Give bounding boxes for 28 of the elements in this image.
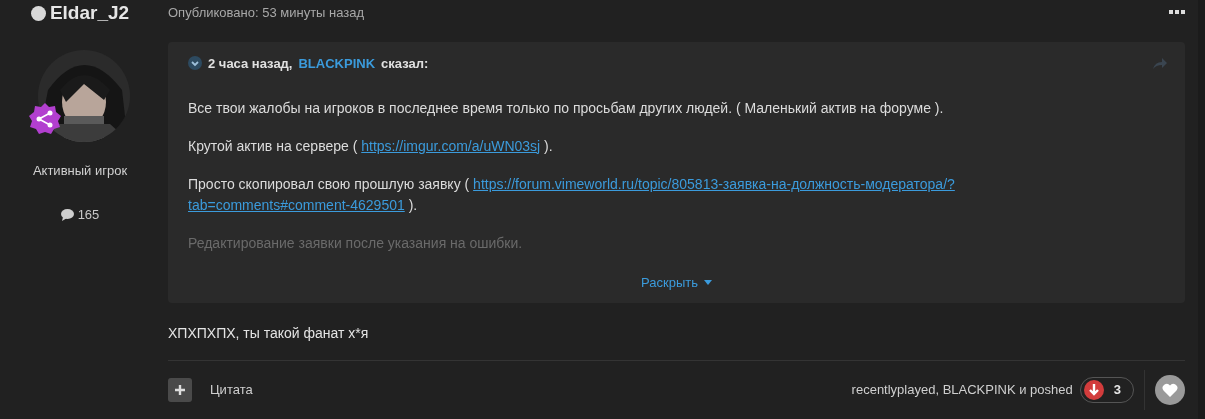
quote-button[interactable]: Цитата — [204, 381, 259, 399]
user-rank: Активный игрок — [32, 163, 128, 178]
quote-paragraph: Редактирование заявки после указания на ошибки. — [188, 233, 524, 253]
more-icon[interactable] — [1169, 9, 1185, 15]
link[interactable]: tab=comments#comment-4629501 — [188, 196, 405, 213]
link[interactable]: https://forum.vimeworld.ru/topic/805813-заявка-на-должность-модератора/? — [473, 175, 955, 192]
link[interactable]: https://imgur.com/a/uWN03sj — [361, 137, 541, 154]
quote-time: 2 часа назад, — [208, 55, 293, 71]
caret-icon — [704, 279, 712, 285]
quoted-user-link[interactable]: BLACKPINK — [298, 55, 376, 71]
heart-icon — [1162, 382, 1178, 397]
quote-said: сказал: — [381, 55, 429, 71]
plus-button[interactable] — [168, 377, 192, 402]
published-time: Опубликовано: 53 минуты назад — [168, 4, 365, 20]
quote-paragraph: Все твои жалобы на игроков в последнее время только по просьбам других людей. ( Маленький актив на форуме ). — [188, 98, 945, 118]
post-text: ХПХПХПХ, ты такой фанат х*я — [168, 324, 370, 341]
chevron-down-icon[interactable] — [188, 56, 202, 71]
speech-bubble-icon — [60, 208, 74, 221]
quote-paragraph: Просто скопировал свою прошлую заявку ( https://forum.vimeworld.ru/topic/805813-заявка-на-должность-модератора/? tab=comments#comment-4629501 ). — [188, 174, 956, 215]
reactors-text[interactable]: recentlyplayed, BLACKPINK и poshed — [851, 382, 1073, 398]
like-button[interactable] — [1155, 374, 1185, 405]
share-badge-icon — [28, 102, 62, 136]
reaction-count: 3 — [1113, 382, 1121, 398]
quote-paragraph: Крутой актив на сервере ( https://imgur.com/a/uWN03sj ). — [188, 136, 554, 156]
plus-icon — [175, 384, 185, 395]
author-name[interactable]: Eldar_J2 — [49, 2, 130, 24]
post-count: 165 — [77, 207, 100, 222]
expand-button[interactable]: Раскрыть — [635, 273, 718, 291]
